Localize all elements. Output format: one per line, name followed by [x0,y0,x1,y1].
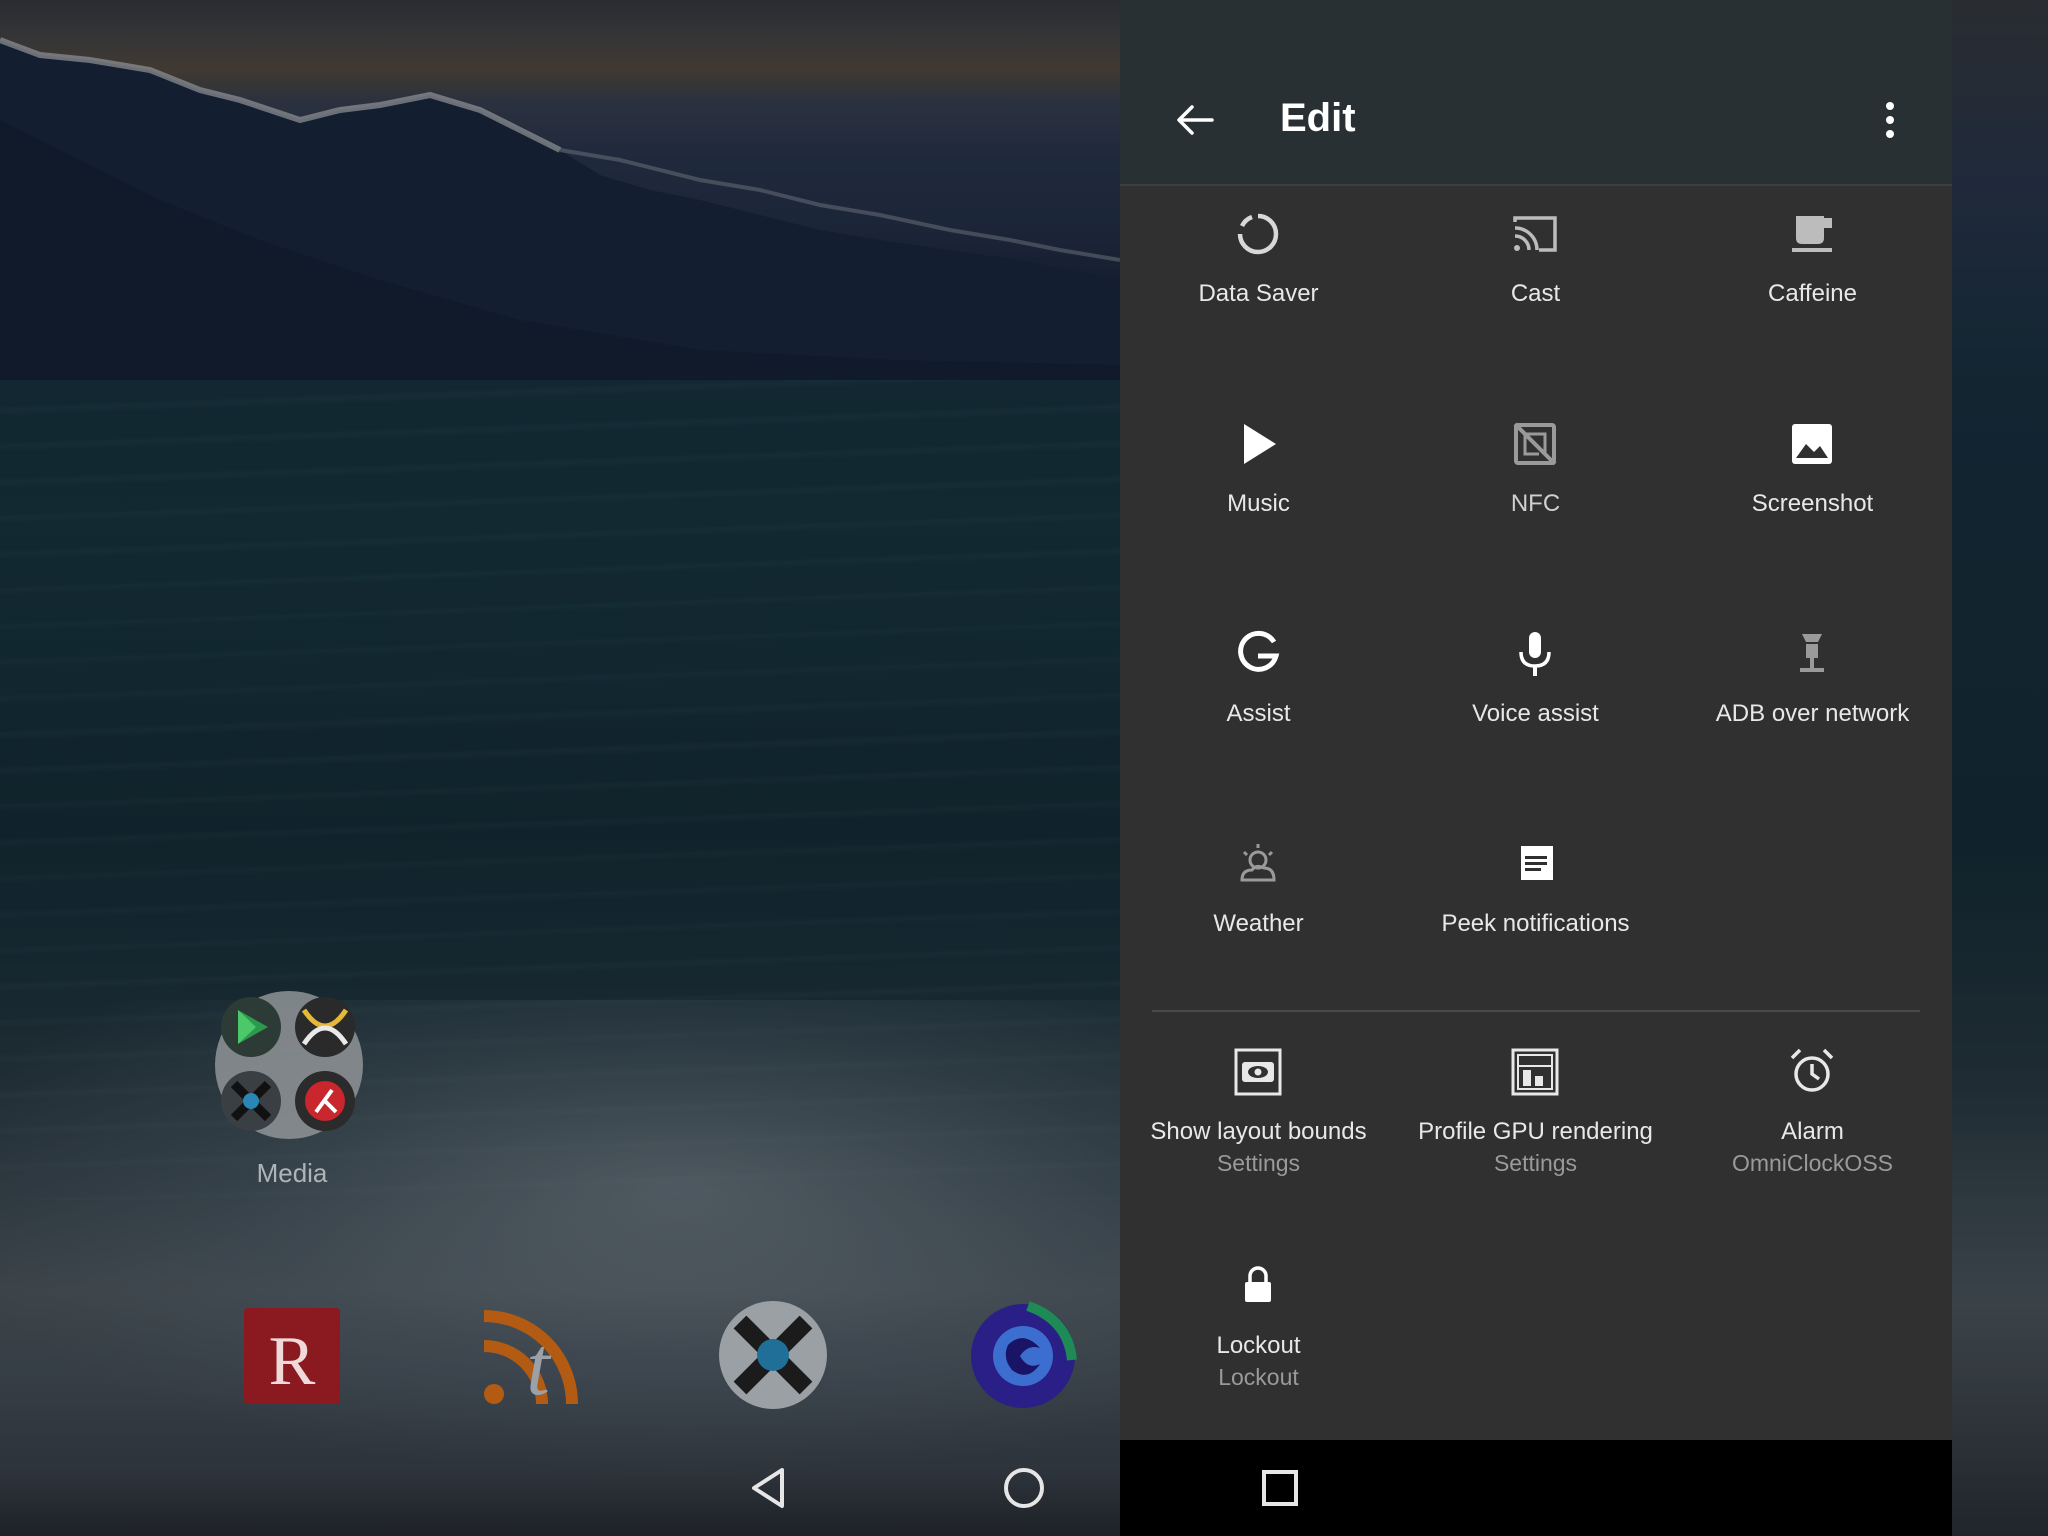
tile-profile-gpu-rendering[interactable]: Profile GPU rendering Settings [1397,1046,1674,1246]
tile-voice-assist[interactable]: Voice assist [1397,628,1674,828]
svg-text:t: t [526,1320,552,1410]
gpu-profile-icon [1511,1048,1559,1096]
peek-notifications-icon [1517,842,1553,880]
media-folder[interactable] [212,988,372,1148]
tile-label: Alarm [1781,1118,1844,1145]
dim-overlay-right [1952,0,2048,1536]
tile-label: ADB over network [1715,700,1910,727]
tile-label: Show layout bounds [1150,1118,1367,1145]
tile-label: Cast [1510,280,1561,307]
play-store-icon [221,997,281,1057]
tile-adb-over-network[interactable]: ADB over network [1674,628,1951,828]
tile-label: Peek notifications [1441,910,1630,937]
tile-sublabel: Lockout [1218,1364,1299,1390]
sonos-app-icon[interactable] [718,1300,828,1410]
edit-toolbar: Edit [1120,0,1952,184]
toolbar-divider [1120,184,1952,186]
recents-nav-icon[interactable] [1250,1458,1310,1518]
svg-text:R: R [269,1323,316,1400]
lock-icon [1245,1266,1271,1302]
tile-show-layout-bounds[interactable]: Show layout bounds Settings [1120,1046,1397,1246]
tile-lockout[interactable]: Lockout Lockout [1120,1260,1397,1460]
tile-music[interactable]: Music [1120,418,1397,618]
tile-weather[interactable]: Weather [1120,838,1397,1038]
adb-icon [1800,634,1824,672]
folder-label: Media [256,1158,328,1188]
tile-screenshot[interactable]: Screenshot [1674,418,1951,618]
tile-label: Lockout [1216,1332,1301,1359]
home-nav-icon[interactable] [994,1458,1054,1518]
image-icon [1792,424,1832,464]
microphone-icon [1519,632,1551,676]
data-saver-icon [1237,213,1279,255]
tile-nfc[interactable]: NFC [1397,418,1674,618]
tile-caffeine[interactable]: Caffeine [1674,208,1951,408]
tile-peek-notifications[interactable]: Peek notifications [1397,838,1674,1038]
tile-sublabel: OmniClockOSS [1731,1150,1894,1176]
overflow-menu-icon[interactable] [1872,96,1908,144]
sonos-icon [221,1071,281,1131]
tile-label: NFC [1510,490,1561,517]
tile-cast[interactable]: Cast [1397,208,1674,408]
alarm-clock-icon [1790,1048,1834,1092]
tile-label: Profile GPU rendering [1418,1118,1653,1145]
back-arrow-icon[interactable] [1172,96,1220,144]
tile-sublabel: Settings [1493,1150,1578,1176]
tile-assist[interactable]: Assist [1120,628,1397,828]
tiles-divider [1152,1010,1920,1012]
tumblr-rss-app-icon[interactable]: t [478,1300,588,1410]
weather-icon [1240,844,1276,882]
firefox-app-icon[interactable] [968,1300,1078,1410]
google-g-icon [1238,630,1280,672]
play-icon [1244,424,1276,464]
page-title: Edit [1280,96,1356,140]
tile-alarm[interactable]: Alarm OmniClockOSS [1674,1046,1951,1246]
tile-label: Data Saver [1198,280,1319,307]
tile-label: Assist [1226,700,1291,727]
nfc-icon [1513,422,1557,466]
tile-label: Weather [1213,910,1304,937]
back-nav-icon[interactable] [738,1458,798,1518]
cast-icon [1513,216,1557,252]
podcast-icon [295,997,355,1057]
tile-sublabel: Settings [1216,1150,1301,1176]
layout-bounds-icon [1234,1048,1282,1096]
tile-data-saver[interactable]: Data Saver [1120,208,1397,408]
tile-label: Music [1227,490,1290,517]
reddit-app-icon[interactable]: R [238,1300,348,1410]
tile-label: Caffeine [1768,280,1857,307]
tile-label: Screenshot [1751,490,1874,517]
remote-icon [295,1071,355,1131]
tile-label: Voice assist [1472,700,1599,727]
coffee-cup-icon [1792,216,1832,252]
